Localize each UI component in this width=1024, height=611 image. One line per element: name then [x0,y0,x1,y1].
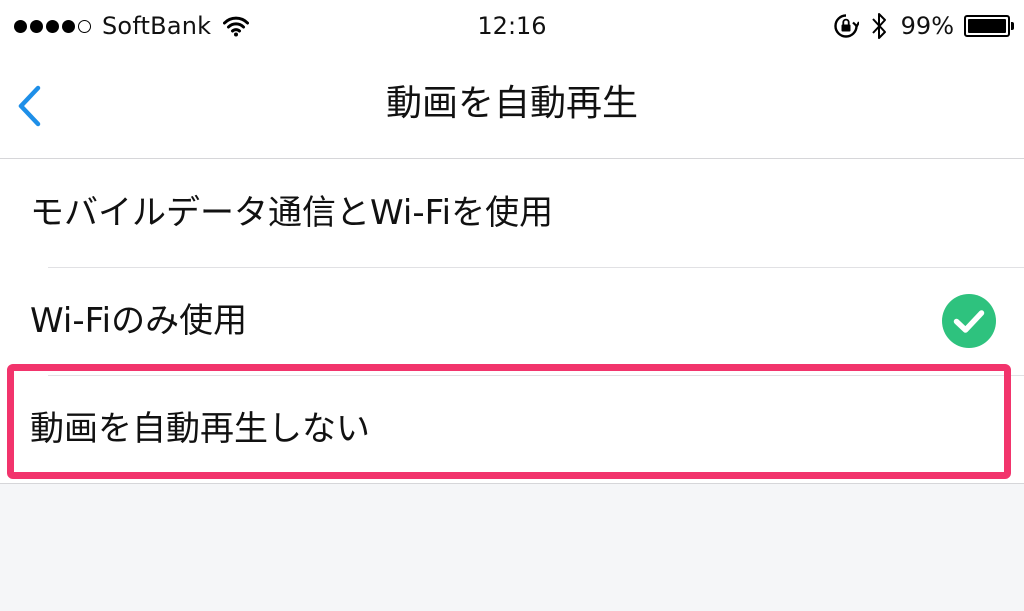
autoplay-option-list: モバイルデータ通信とWi-Fiを使用 Wi-Fiのみ使用 動画を自動再生しない [0,159,1024,484]
battery-icon [964,15,1014,37]
battery-level [968,19,1006,33]
page-title: 動画を自動再生 [385,83,638,124]
battery-percent: 99% [900,12,954,40]
option-no-autoplay[interactable]: 動画を自動再生しない [0,375,1024,483]
option-label: モバイルデータ通信とWi-Fiを使用 [30,193,554,233]
option-label: Wi-Fiのみ使用 [30,301,248,341]
option-wifi-only[interactable]: Wi-Fiのみ使用 [0,267,1024,375]
status-bar-right: 99% [833,8,1014,44]
option-mobile-data-and-wifi[interactable]: モバイルデータ通信とWi-Fiを使用 [0,159,1024,267]
checkmark-icon [942,294,996,348]
status-bar: SoftBank 12:16 99% [0,0,1024,52]
nav-bar: 動画を自動再生 [0,52,1024,159]
option-label: 動画を自動再生しない [30,409,370,449]
bluetooth-icon [871,13,886,39]
orientation-lock-icon [833,14,859,38]
